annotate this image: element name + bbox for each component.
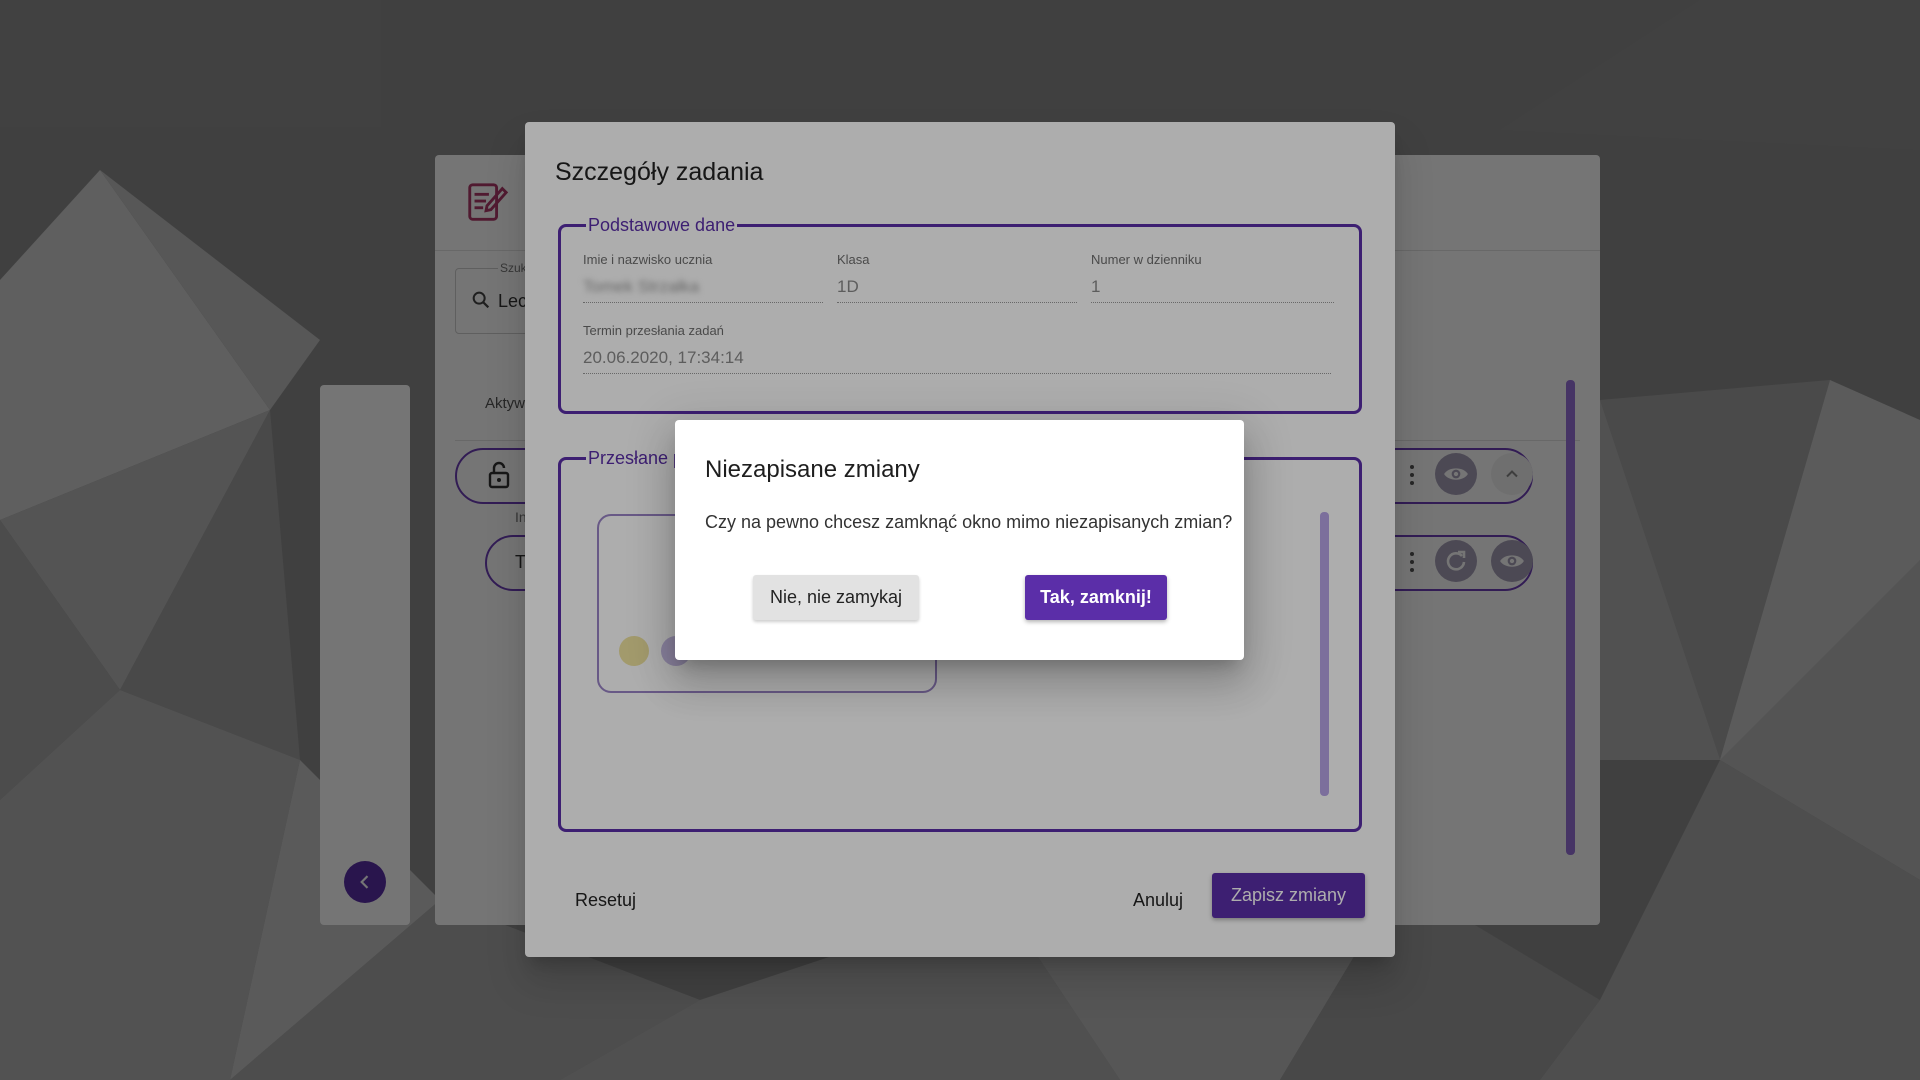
- unsaved-changes-dialog: Niezapisane zmiany Czy na pewno chcesz z…: [675, 420, 1244, 660]
- confirm-message: Czy na pewno chcesz zamknąć okno mimo ni…: [705, 512, 1233, 532]
- confirm-title: Niezapisane zmiany: [705, 456, 920, 483]
- keep-open-button[interactable]: Nie, nie zamykaj: [753, 575, 919, 620]
- confirm-close-button[interactable]: Tak, zamknij!: [1025, 575, 1167, 620]
